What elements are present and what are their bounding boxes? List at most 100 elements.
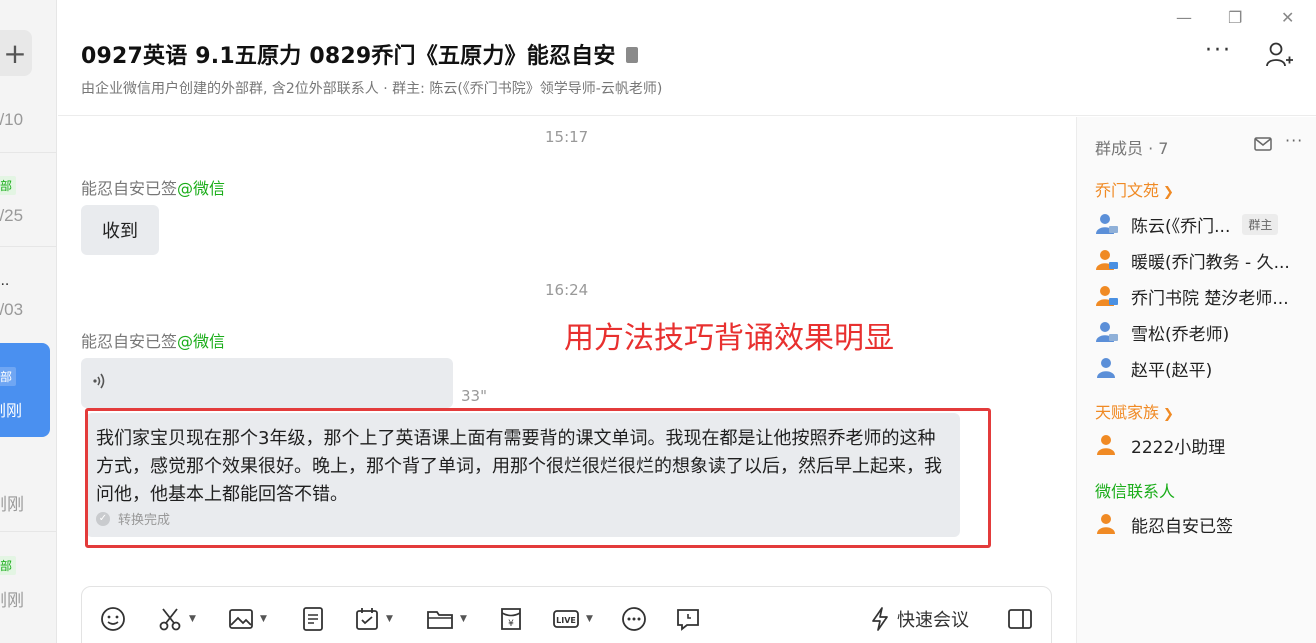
restore-button[interactable]: ❐ <box>1228 8 1242 27</box>
message-sender: 能忍自安已签@微信 <box>81 175 225 199</box>
divider <box>0 152 56 153</box>
divider <box>0 531 56 532</box>
app-window: + 9/10 部 8/25 ... 8/03 部 刚刚 刚刚 部 刚刚 09 <box>0 0 1316 643</box>
chevron-down-icon[interactable]: ▼ <box>586 614 593 624</box>
message-time: 15:17 <box>545 128 589 146</box>
external-badge: 部 <box>0 556 17 575</box>
scissors-icon <box>157 606 183 632</box>
minimize-button[interactable]: — <box>1176 8 1192 27</box>
redpacket-icon: ¥ <box>498 606 524 632</box>
external-badge: 部 <box>0 176 17 195</box>
staff-avatar-icon <box>1096 286 1118 306</box>
member-item[interactable]: 赵平(赵平) <box>1095 356 1213 381</box>
conversation-date: 刚刚 <box>0 401 23 420</box>
group-mail-button[interactable] <box>1254 136 1272 156</box>
member-more-button[interactable]: ··· <box>1285 131 1303 150</box>
annotation-text: 用方法技巧背诵效果明显 <box>564 321 894 356</box>
member-item[interactable]: 暖暖(乔门教务 - 久... <box>1095 248 1290 273</box>
member-item[interactable]: 陈云(《乔门... 群主 <box>1095 212 1279 237</box>
emoji-icon <box>100 606 126 632</box>
sender-name: 能忍自安已签 <box>81 332 178 351</box>
conversation-date: 8/25 <box>0 206 24 225</box>
mail-icon <box>1254 137 1272 151</box>
chat-subtitle: 由企业微信用户创建的外部群, 含2位外部联系人 · 群主: 陈云(《乔门书院》领… <box>81 81 663 97</box>
conversation-date: 刚刚 <box>0 495 24 514</box>
conversation-date: 刚刚 <box>0 591 24 610</box>
chevron-right-icon: ❯ <box>1163 185 1174 200</box>
chat-record-button[interactable] <box>675 605 701 633</box>
message-sender: 能忍自安已签@微信 <box>81 328 225 352</box>
external-user-avatar-icon <box>1096 322 1118 342</box>
message-bubble[interactable]: 收到 <box>81 205 159 255</box>
voice-wave-icon <box>91 372 109 394</box>
conversation-item-selected[interactable]: 部 刚刚 <box>0 343 50 437</box>
divider <box>0 246 56 247</box>
quick-meeting-button[interactable]: 快速会议 <box>869 605 969 633</box>
chevron-down-icon[interactable]: ▼ <box>386 614 393 624</box>
schedule-button[interactable]: ▼ <box>354 605 393 633</box>
svg-text:¥: ¥ <box>508 619 514 629</box>
external-badge: 部 <box>0 367 17 386</box>
member-item[interactable]: 能忍自安已签 <box>1095 512 1233 537</box>
document-button[interactable] <box>300 605 326 633</box>
file-button[interactable]: ▼ <box>426 605 467 633</box>
chevron-down-icon[interactable]: ▼ <box>260 614 267 624</box>
member-name: 雪松(乔老师) <box>1131 324 1230 345</box>
group-label-qiaomen[interactable]: 乔门文苑 ❯ <box>1095 177 1174 201</box>
voice-message[interactable] <box>81 358 453 408</box>
owner-badge: 群主 <box>1242 213 1279 235</box>
chevron-down-icon[interactable]: ▼ <box>460 614 467 624</box>
add-member-button[interactable] <box>1264 40 1294 76</box>
quick-meeting-label: 快速会议 <box>897 610 969 631</box>
lightning-icon <box>869 606 891 632</box>
redpacket-button[interactable]: ¥ <box>498 605 524 633</box>
member-item[interactable]: 乔门书院 楚汐老师... <box>1095 284 1289 309</box>
document-icon <box>300 606 326 632</box>
message-composer[interactable]: ▼ ▼ ▼ ▼ ¥ LIVE ▼ 快速会议 <box>81 586 1052 643</box>
member-name: 2222小助理 <box>1131 437 1226 458</box>
svg-text:LIVE: LIVE <box>556 616 576 625</box>
message-time: 16:24 <box>545 281 589 299</box>
new-chat-button[interactable]: + <box>0 30 32 76</box>
lock-icon <box>625 47 638 63</box>
more-options-button[interactable]: ··· <box>1205 38 1232 63</box>
more-icon <box>621 606 647 632</box>
chevron-right-icon: ❯ <box>1163 407 1174 422</box>
group-label-tianfu[interactable]: 天赋家族 ❯ <box>1095 399 1174 423</box>
sidebar-icon <box>1007 606 1033 632</box>
sender-source: @微信 <box>177 332 226 351</box>
member-panel-title: 群成员 · 7 <box>1095 139 1169 158</box>
voice-duration: 33" <box>461 387 487 405</box>
conversation-date: 8/03 <box>0 300 24 319</box>
calendar-icon <box>354 606 380 632</box>
member-item[interactable]: 雪松(乔老师) <box>1095 320 1230 345</box>
group-label-wechat: 微信联系人 <box>1095 482 1176 501</box>
member-name: 暖暖(乔门教务 - 久... <box>1131 252 1290 273</box>
staff-avatar-icon <box>1096 250 1118 270</box>
conversation-date: 9/10 <box>0 110 24 129</box>
live-icon: LIVE <box>552 606 580 632</box>
conversation-list[interactable]: + 9/10 部 8/25 ... 8/03 部 刚刚 刚刚 部 刚刚 <box>0 0 57 643</box>
chat-title: 0927英语 9.1五原力 0829乔门《五原力》能忍自安 <box>81 38 638 70</box>
live-button[interactable]: LIVE ▼ <box>552 605 593 633</box>
close-button[interactable]: ✕ <box>1281 8 1294 27</box>
message-area[interactable]: 15:17 能忍自安已签@微信 收到 16:24 能忍自安已签@微信 用方法技巧… <box>58 117 1076 643</box>
member-name: 赵平(赵平) <box>1131 360 1213 381</box>
chat-header: 0927英语 9.1五原力 0829乔门《五原力》能忍自安 由企业微信用户创建的… <box>58 0 1316 116</box>
more-tools-button[interactable] <box>621 605 647 633</box>
group-name: 天赋家族 <box>1095 403 1160 422</box>
user-avatar-icon <box>1097 358 1115 378</box>
member-panel: 群成员 · 7 ··· 乔门文苑 ❯ 陈云(《乔门... 群主 暖暖(乔门教务 -… <box>1076 117 1316 643</box>
toggle-sidebar-button[interactable] <box>1007 605 1033 633</box>
emoji-button[interactable] <box>100 605 126 633</box>
image-icon <box>228 606 254 632</box>
image-button[interactable]: ▼ <box>228 605 267 633</box>
member-name: 乔门书院 楚汐老师... <box>1131 288 1289 309</box>
user-avatar-icon <box>1097 435 1115 455</box>
chevron-down-icon[interactable]: ▼ <box>189 614 196 624</box>
member-name: 能忍自安已签 <box>1131 516 1233 537</box>
chat-title-text: 0927英语 9.1五原力 0829乔门《五原力》能忍自安 <box>81 44 616 69</box>
chat-icon <box>675 606 701 632</box>
member-item[interactable]: 2222小助理 <box>1095 433 1226 458</box>
screenshot-button[interactable]: ▼ <box>157 605 196 633</box>
